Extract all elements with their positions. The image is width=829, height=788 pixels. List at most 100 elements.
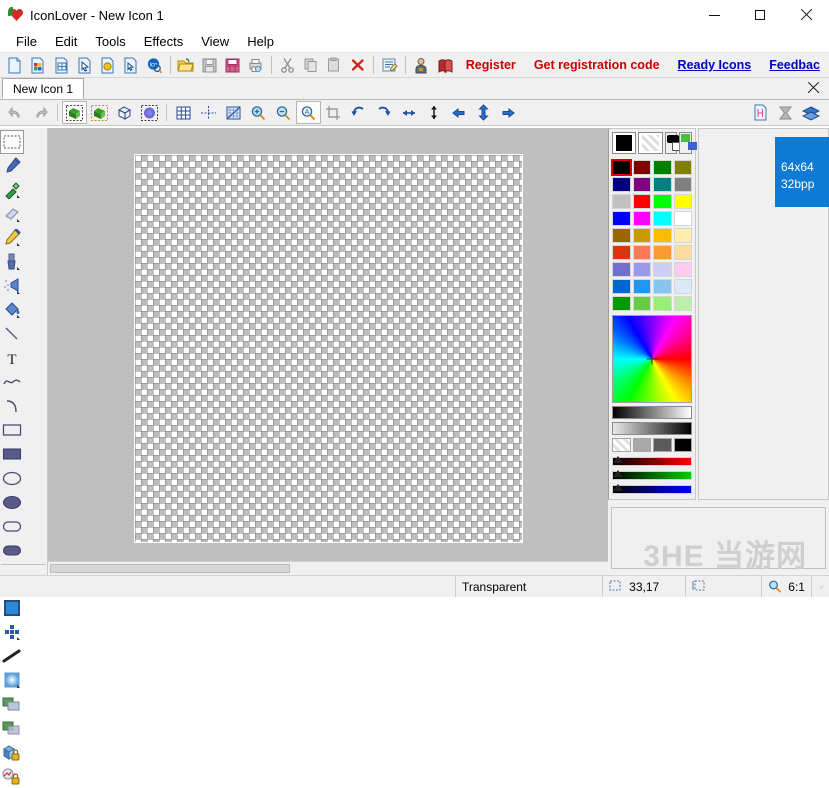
gray-step-swatch[interactable] (632, 438, 651, 452)
active-image-icon[interactable] (87, 101, 112, 124)
redo-icon[interactable] (28, 101, 53, 124)
maximize-button[interactable] (737, 0, 783, 30)
export-icon[interactable] (748, 101, 773, 124)
color-swatch[interactable] (653, 279, 672, 294)
color-swatch[interactable] (632, 279, 651, 294)
properties-icon[interactable] (378, 53, 401, 77)
red-channel-bar[interactable] (612, 456, 692, 466)
feedback-link[interactable]: Feedbac (760, 58, 829, 72)
swap-colors-icon[interactable] (664, 132, 682, 154)
color-swatch[interactable] (653, 228, 672, 243)
image-preview-panel[interactable]: 64x64 32bpp (698, 128, 829, 500)
color-swatch[interactable] (653, 194, 672, 209)
rotate-left-icon[interactable] (346, 101, 371, 124)
color-swatch[interactable] (673, 211, 692, 226)
color-swatch[interactable] (653, 245, 672, 260)
curve-tool[interactable] (0, 370, 24, 394)
color-swatch[interactable] (632, 245, 651, 260)
lock-color-tool[interactable] (0, 764, 24, 788)
ellipse-filled-tool[interactable] (0, 490, 24, 514)
grid-icon[interactable] (171, 101, 196, 124)
flip-vertical-icon[interactable] (421, 101, 446, 124)
zoom-in-icon[interactable] (246, 101, 271, 124)
lock-opacity-tool[interactable] (0, 740, 24, 764)
channel-handle[interactable] (613, 456, 623, 463)
copy-icon[interactable] (300, 53, 323, 77)
pixel-grid-icon[interactable] (221, 101, 246, 124)
color-swatch[interactable] (673, 160, 692, 175)
color-swatch[interactable] (653, 160, 672, 175)
menu-item-edit[interactable]: Edit (46, 32, 86, 51)
color-spectrum-picker[interactable] (612, 315, 692, 403)
crop-icon[interactable] (321, 101, 346, 124)
cut-icon[interactable] (276, 53, 299, 77)
status-zoom[interactable]: 6:1 (761, 576, 811, 597)
blue-channel-bar[interactable] (612, 484, 692, 494)
rectangle-filled-tool[interactable] (0, 442, 24, 466)
opaque-layers-tool[interactable] (0, 692, 24, 716)
color-swatch[interactable] (673, 228, 692, 243)
gray-step-swatch[interactable] (653, 438, 672, 452)
get-registration-code-button[interactable]: Get registration code (525, 58, 669, 72)
alpha-bar[interactable] (612, 422, 692, 435)
menu-item-file[interactable]: File (7, 32, 46, 51)
rotate-right-icon[interactable] (371, 101, 396, 124)
paint-bucket-tool[interactable] (0, 298, 24, 322)
gradient-fill-tool[interactable] (0, 668, 24, 692)
color-swatch[interactable] (632, 160, 651, 175)
rounded-rect-outline-tool[interactable] (0, 514, 24, 538)
shift-right-icon[interactable] (496, 101, 521, 124)
save-icon[interactable] (198, 53, 221, 77)
painter-icon[interactable] (410, 53, 433, 77)
scatter-fill-tool[interactable] (0, 620, 24, 644)
menu-item-view[interactable]: View (192, 32, 238, 51)
gradient-line-tool[interactable] (0, 644, 24, 668)
save-all-icon[interactable] (221, 53, 244, 77)
ico-search-icon[interactable]: ico (142, 53, 165, 77)
foreground-color-swatch[interactable] (612, 132, 637, 154)
rectangle-outline-tool[interactable] (0, 418, 24, 442)
3d-box-icon[interactable] (112, 101, 137, 124)
new-cursor-icon[interactable] (73, 53, 96, 77)
flip-horizontal-icon[interactable] (396, 101, 421, 124)
new-image-icon[interactable] (26, 53, 49, 77)
brush-tool[interactable] (0, 250, 24, 274)
color-swatch[interactable] (612, 211, 631, 226)
layers-icon[interactable] (798, 101, 823, 124)
channel-handle[interactable] (613, 484, 623, 491)
transparent-color-swatch[interactable] (638, 132, 663, 154)
color-swatch[interactable] (653, 262, 672, 277)
airbrush-tool[interactable] (0, 274, 24, 298)
grayscale-bar[interactable] (612, 406, 692, 419)
eraser-tool[interactable] (0, 202, 24, 226)
green-channel-bar[interactable] (612, 470, 692, 480)
solid-fill-tool[interactable] (0, 596, 24, 620)
channel-handle[interactable] (613, 470, 623, 477)
new-icon-library-icon[interactable] (49, 53, 72, 77)
menu-item-help[interactable]: Help (238, 32, 283, 51)
new-icon-icon[interactable] (3, 53, 26, 77)
color-swatch[interactable] (653, 177, 672, 192)
guides-icon[interactable] (196, 101, 221, 124)
zoom-out-icon[interactable] (271, 101, 296, 124)
center-icon[interactable] (471, 101, 496, 124)
document-tab[interactable]: New Icon 1 (2, 78, 85, 99)
color-swatch[interactable] (632, 262, 651, 277)
text-tool[interactable]: T (0, 346, 24, 370)
canvas-horizontal-scrollbar[interactable] (48, 561, 608, 575)
new-animated-cursor-icon[interactable] (96, 53, 119, 77)
scrollbar-thumb[interactable] (50, 564, 290, 573)
line-tool[interactable] (0, 322, 24, 346)
gray-step-swatch[interactable] (612, 438, 631, 452)
pen-tool[interactable] (0, 154, 24, 178)
pencil-tool[interactable] (0, 226, 24, 250)
color-swatch[interactable] (632, 211, 651, 226)
translucent-layers-tool[interactable] (0, 716, 24, 740)
color-swatch[interactable] (632, 194, 651, 209)
paste-icon[interactable] (323, 53, 346, 77)
transparency-icon[interactable] (773, 101, 798, 124)
shift-left-icon[interactable] (446, 101, 471, 124)
color-swatch[interactable] (612, 279, 631, 294)
zoom-actual-icon[interactable]: A (296, 101, 321, 124)
color-swatch[interactable] (673, 177, 692, 192)
